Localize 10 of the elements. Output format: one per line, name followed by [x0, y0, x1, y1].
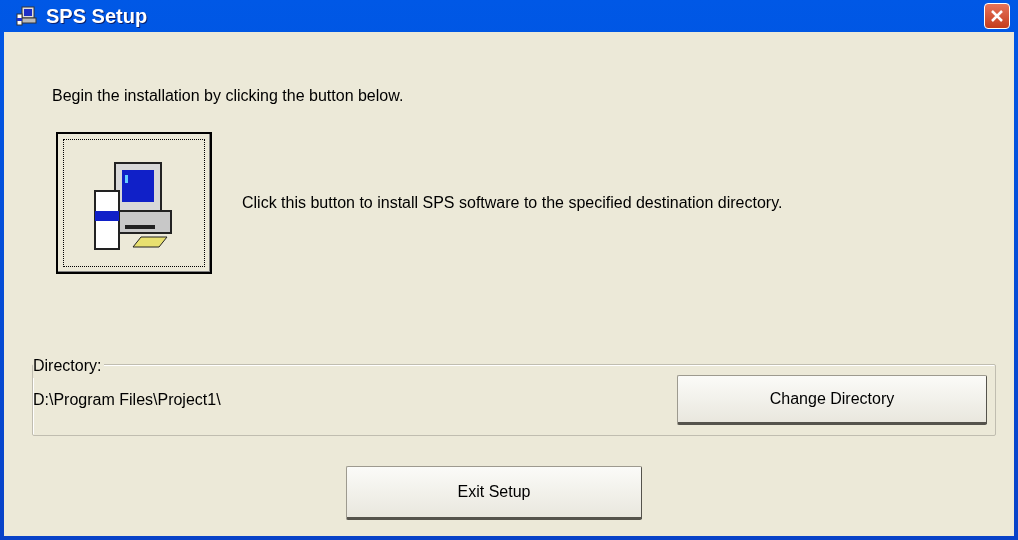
install-description: Click this button to install SPS software to the specified destination directory.	[242, 193, 783, 213]
computer-icon	[16, 5, 38, 27]
install-button[interactable]	[56, 132, 212, 274]
exit-button[interactable]: Exit Setup	[346, 466, 642, 520]
instruction-text: Begin the installation by clicking the button below.	[52, 86, 405, 106]
close-icon	[990, 9, 1004, 23]
directory-path: D:\Program Files\Project1\	[33, 390, 222, 410]
change-directory-button[interactable]: Change Directory	[677, 375, 987, 425]
close-button[interactable]	[984, 3, 1010, 29]
window-title: SPS Setup	[46, 4, 148, 29]
